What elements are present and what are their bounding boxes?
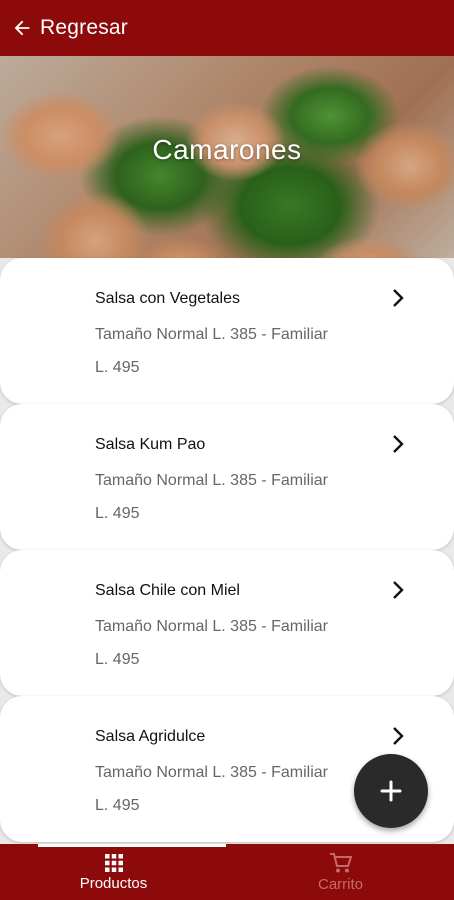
category-title: Camarones (152, 134, 302, 165)
product-description: Tamaño Normal L. 385 - Familiar L. 495 (95, 618, 328, 668)
arrow-left-icon (14, 20, 30, 36)
tab-carrito[interactable]: Carrito (227, 844, 454, 900)
back-label[interactable]: Regresar (40, 16, 128, 40)
product-card[interactable]: Salsa Chile con Miel Tamaño Normal L. 38… (0, 550, 454, 696)
add-button[interactable] (354, 754, 428, 828)
product-description: Tamaño Normal L. 385 - Familiar L. 495 (95, 326, 328, 376)
bottom-navigation: Productos Carrito (0, 844, 454, 900)
chevron-right-icon[interactable] (390, 434, 406, 454)
cart-icon (329, 852, 352, 872)
product-card[interactable]: Salsa con Vegetales Tamaño Normal L. 385… (0, 258, 454, 404)
product-name: Salsa Agridulce (95, 728, 206, 745)
grid-icon (104, 853, 123, 872)
tab-label: Carrito (317, 875, 363, 893)
product-card[interactable]: Salsa Kum Pao Tamaño Normal L. 385 - Fam… (0, 404, 454, 550)
back-button[interactable] (10, 16, 34, 40)
product-description: Tamaño Normal L. 385 - Familiar L. 495 (95, 764, 328, 814)
plus-icon (380, 780, 402, 802)
top-app-bar: Regresar (0, 0, 454, 56)
chevron-right-icon[interactable] (390, 580, 406, 600)
product-name: Salsa Chile con Miel (95, 582, 240, 599)
tab-productos[interactable]: Productos (0, 844, 227, 900)
product-name: Salsa con Vegetales (95, 290, 240, 307)
chevron-right-icon[interactable] (390, 288, 406, 308)
product-name: Salsa Kum Pao (95, 436, 206, 453)
product-description: Tamaño Normal L. 385 - Familiar L. 495 (95, 472, 328, 522)
category-banner: Camarones (0, 56, 454, 258)
tab-label: Productos (79, 874, 148, 892)
active-tab-indicator (38, 844, 226, 847)
chevron-right-icon[interactable] (390, 726, 406, 746)
